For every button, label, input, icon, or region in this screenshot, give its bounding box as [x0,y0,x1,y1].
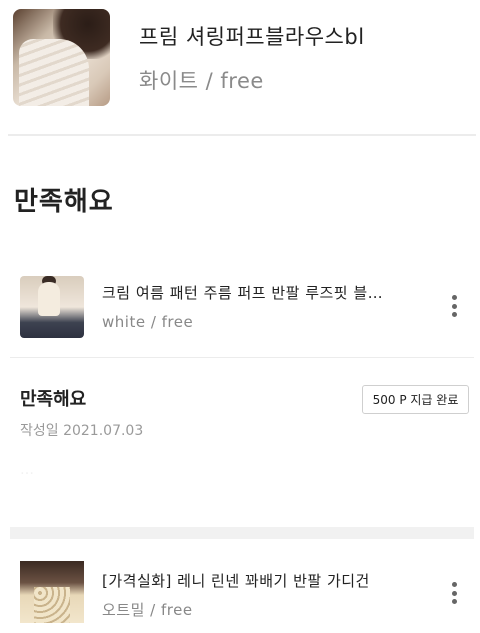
reviewed-item-name: 크림 여름 패턴 주름 퍼프 반팔 루즈핏 블… [102,284,384,302]
product-title: 프림 셔링퍼프블라우스bl [139,25,365,49]
next-item-option: 오트밀 / free [102,601,193,619]
section-divider [10,527,474,539]
reviewed-item-card[interactable]: 크림 여름 패턴 주름 퍼프 반팔 루즈핏 블… white / free [0,276,480,356]
reviewed-item-image [20,276,84,338]
divider [10,357,474,358]
product-image [13,9,110,106]
next-item-card[interactable]: [가격실화] 레니 린넨 꽈배기 반팔 가디건 오트밀 / free [0,561,480,633]
product-summary: 프림 셔링퍼프블라우스bl 화이트 / free [13,9,473,109]
more-vertical-icon[interactable] [444,291,464,321]
point-status-badge: 500 P 지급 완료 [362,385,469,414]
next-item-image [20,561,84,623]
review-date: 작성일 2021.07.03 [20,423,144,439]
divider [8,134,476,136]
rating-heading: 만족해요 [14,187,114,217]
review-title: 만족해요 [20,389,87,410]
next-item-name: [가격실화] 레니 린넨 꽈배기 반팔 가디건 [102,572,370,590]
reviewed-item-option: white / free [102,313,194,331]
product-option: 화이트 / free [139,69,264,93]
more-vertical-icon[interactable] [444,578,464,608]
review-body: … [20,462,34,478]
